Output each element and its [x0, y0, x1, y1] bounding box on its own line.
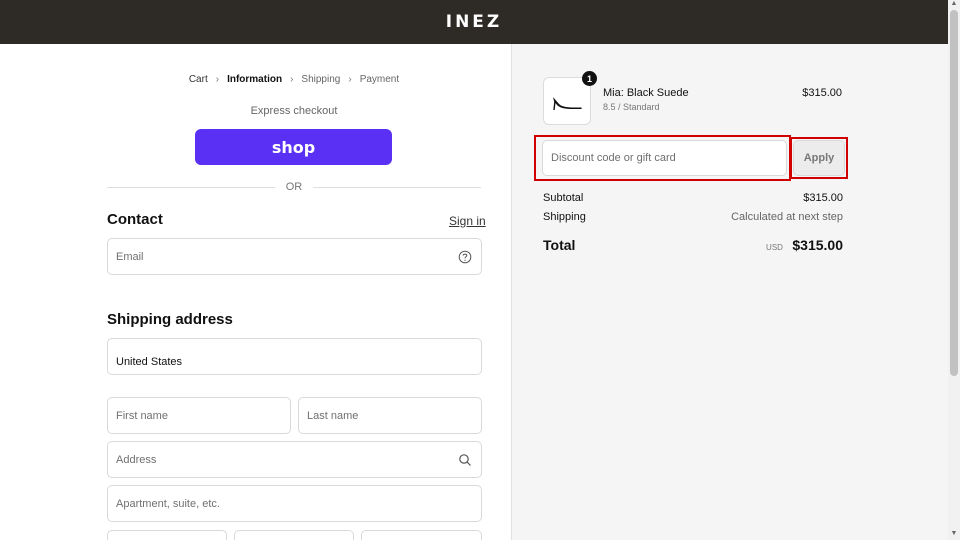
shipping-label: Shipping: [543, 211, 586, 223]
site-header: INEZ: [0, 0, 948, 44]
breadcrumb-payment: Payment: [359, 74, 400, 85]
breadcrumb-information: Information: [227, 74, 283, 85]
apply-highlight-box: [790, 137, 848, 179]
shipping-value: Calculated at next step: [731, 211, 843, 223]
scroll-down-arrow-icon[interactable]: ▼: [950, 530, 958, 538]
apartment-placeholder: Apartment, suite, etc.: [116, 497, 220, 510]
chevron-right-icon: ›: [290, 74, 294, 85]
brand-logo[interactable]: INEZ: [446, 12, 503, 32]
scrollbar-thumb[interactable]: [950, 10, 958, 376]
shop-pay-button[interactable]: shop: [195, 129, 392, 165]
country-value: United States: [116, 355, 183, 368]
chevron-right-icon: ›: [215, 74, 220, 85]
scroll-up-arrow-icon[interactable]: ▲: [950, 0, 958, 8]
breadcrumb: Cart › Information › Shipping › Payment: [0, 74, 588, 85]
black-heel-shoe-icon: [553, 97, 582, 111]
first-name-placeholder: First name: [116, 409, 168, 422]
checkout-form-panel: Cart › Information › Shipping › Payment …: [0, 44, 511, 540]
email-placeholder: Email: [116, 250, 144, 263]
state-select[interactable]: [234, 530, 354, 540]
first-name-field[interactable]: First name: [107, 397, 291, 434]
sign-in-link[interactable]: Sign in: [449, 214, 486, 228]
chevron-right-icon: ›: [348, 74, 352, 85]
total-row: Total USD $315.00: [543, 237, 843, 255]
address-placeholder: Address: [116, 453, 157, 466]
express-checkout-label: Express checkout: [250, 105, 338, 117]
or-separator: OR: [285, 181, 303, 193]
subtotal-value: $315.00: [803, 192, 843, 204]
shipping-row: Shipping Calculated at next step: [543, 211, 843, 223]
search-icon[interactable]: [458, 453, 472, 467]
last-name-field[interactable]: Last name: [298, 397, 482, 434]
divider-right: [313, 187, 481, 188]
product-price: $315.00: [802, 87, 842, 99]
order-summary-panel: 1 Mia: Black Suede 8.5 / Standard $315.0…: [511, 44, 948, 540]
total-amount: $315.00: [792, 237, 843, 253]
subtotal-row: Subtotal $315.00: [543, 192, 843, 204]
contact-title: Contact: [107, 211, 163, 228]
breadcrumb-shipping: Shipping: [301, 74, 341, 85]
product-name: Mia: Black Suede: [603, 87, 689, 99]
last-name-placeholder: Last name: [307, 409, 359, 422]
country-select[interactable]: United States: [107, 338, 482, 375]
zip-field[interactable]: [361, 530, 482, 540]
discount-highlight-box: [534, 135, 791, 181]
breadcrumb-cart[interactable]: Cart: [189, 74, 208, 85]
subtotal-label: Subtotal: [543, 192, 584, 204]
total-currency: USD: [766, 243, 783, 252]
question-circle-icon[interactable]: [458, 250, 472, 264]
address-field[interactable]: Address: [107, 441, 482, 478]
product-thumbnail: 1: [543, 71, 597, 125]
email-field[interactable]: Email: [107, 238, 482, 275]
total-label: Total: [543, 237, 576, 253]
apartment-field[interactable]: Apartment, suite, etc.: [107, 485, 482, 522]
city-field[interactable]: [107, 530, 227, 540]
page-scrollbar[interactable]: ▲ ▼: [948, 0, 960, 540]
shipping-address-title: Shipping address: [107, 311, 233, 328]
divider-left: [107, 187, 275, 188]
product-variant: 8.5 / Standard: [603, 102, 660, 112]
quantity-badge: 1: [582, 71, 597, 86]
